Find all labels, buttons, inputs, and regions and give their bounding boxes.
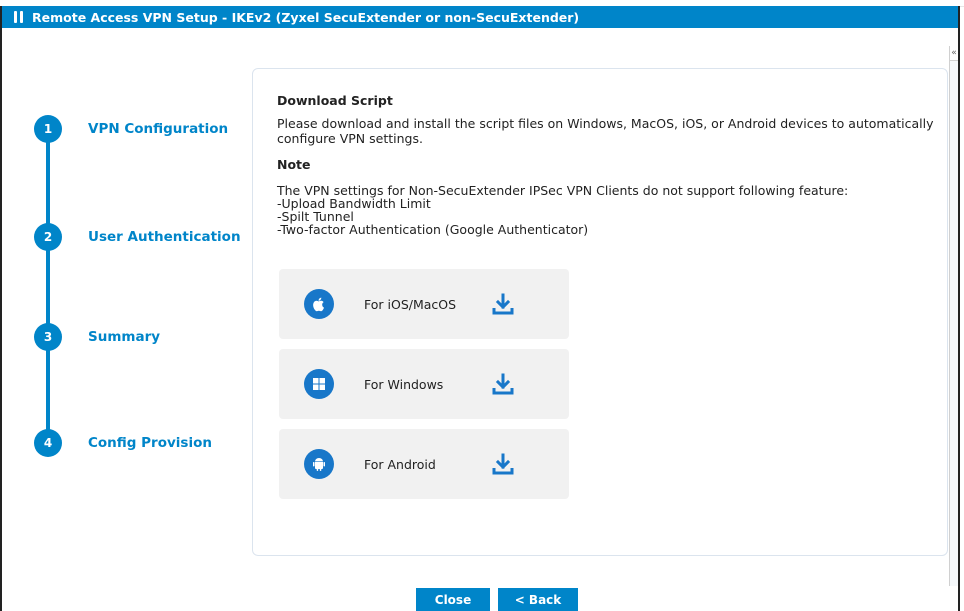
stepper-line (46, 129, 50, 449)
apple-icon (304, 289, 334, 319)
step-label: User Authentication (88, 229, 241, 245)
step-label: Config Provision (88, 435, 212, 451)
step-vpn-configuration[interactable]: 1 VPN Configuration (32, 113, 252, 145)
download-icon[interactable] (488, 369, 518, 399)
step-summary[interactable]: 3 Summary (32, 321, 252, 353)
download-label: For Windows (364, 376, 444, 392)
panel-description: Please download and install the script f… (277, 116, 934, 146)
feature-item: -Two-factor Authentication (Google Authe… (277, 222, 589, 237)
note-body: The VPN settings for Non-SecuExtender IP… (277, 184, 848, 236)
collapse-help-icon[interactable]: « (950, 46, 958, 61)
title-bar: Remote Access VPN Setup - IKEv2 (Zyxel S… (2, 6, 958, 28)
download-icon[interactable] (488, 449, 518, 479)
panel-title: Download Script (277, 93, 393, 108)
window-title: Remote Access VPN Setup - IKEv2 (Zyxel S… (32, 9, 580, 25)
feature-item: -Upload Bandwidth Limit (277, 196, 431, 211)
step-label: Summary (88, 329, 161, 345)
download-icon[interactable] (488, 289, 518, 319)
tools-icon (12, 10, 28, 24)
back-button[interactable]: < Back (498, 588, 578, 611)
step-number: 2 (34, 223, 62, 251)
step-number: 3 (34, 323, 62, 351)
wizard-stepper: 1 VPN Configuration 2 User Authenticatio… (32, 111, 252, 457)
note-heading: Note (277, 157, 311, 172)
step-number: 4 (34, 429, 62, 457)
download-script-panel: Download Script Please download and inst… (252, 68, 948, 556)
step-config-provision[interactable]: 4 Config Provision (32, 427, 252, 459)
close-button[interactable]: Close (416, 588, 490, 611)
step-label: VPN Configuration (88, 121, 229, 137)
download-windows-card: For Windows (279, 349, 569, 419)
wizard-window: Remote Access VPN Setup - IKEv2 (Zyxel S… (0, 6, 960, 611)
android-icon (304, 449, 334, 479)
windows-icon (304, 369, 334, 399)
help-panel-edge[interactable]: « (949, 46, 958, 586)
step-user-authentication[interactable]: 2 User Authentication (32, 221, 252, 253)
download-label: For iOS/MacOS (364, 296, 457, 312)
download-label: For Android (364, 456, 436, 472)
step-number: 1 (34, 115, 62, 143)
download-android-card: For Android (279, 429, 569, 499)
download-ios-macos-card: For iOS/MacOS (279, 269, 569, 339)
